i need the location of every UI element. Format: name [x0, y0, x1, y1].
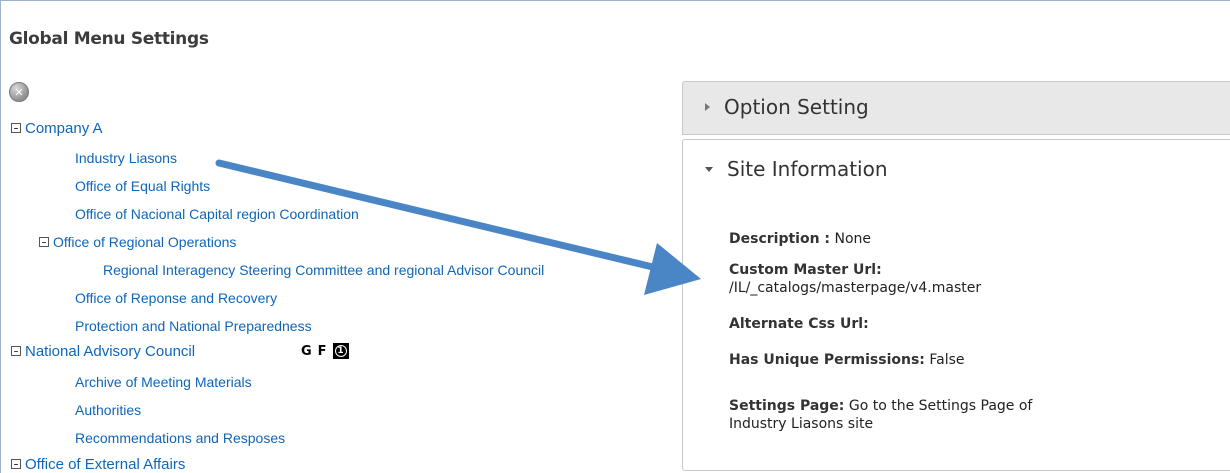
collapse-icon[interactable]: [11, 346, 21, 356]
description-row: Description : None: [729, 230, 871, 248]
tree-node-industry-liasons[interactable]: Industry Liasons: [75, 149, 177, 167]
option-setting-panel: Option Setting: [682, 81, 1230, 135]
site-information-header[interactable]: Site Information: [705, 157, 888, 181]
description-label: Description :: [729, 231, 831, 247]
tree-node-archive-of-meeting-materials[interactable]: Archive of Meeting Materials: [75, 373, 252, 391]
badge-count-icon[interactable]: 1: [332, 343, 349, 359]
unique-permissions-row: Has Unique Permissions: False: [729, 351, 965, 369]
option-setting-title: Option Setting: [724, 95, 869, 119]
tree-node-office-of-equal-rights[interactable]: Office of Equal Rights: [75, 177, 210, 195]
tree-node-office-of-regional-operations[interactable]: Office of Regional Operations: [39, 233, 236, 251]
site-information-panel: Site Information Description : None Cust…: [682, 139, 1230, 471]
caret-right-icon: [705, 103, 710, 111]
custom-master-value: /IL/_catalogs/masterpage/v4.master: [729, 280, 982, 296]
settings-page-link-line1[interactable]: Go to the Settings Page of: [849, 398, 1033, 414]
alternate-css-row: Alternate Css Url:: [729, 315, 869, 333]
unique-permissions-label: Has Unique Permissions:: [729, 352, 925, 368]
tree-node-recommendations-and-resposes[interactable]: Recommendations and Resposes: [75, 429, 285, 447]
settings-page-row: Settings Page: Go to the Settings Page o…: [729, 397, 1032, 433]
tree-node-company-a[interactable]: Company A: [11, 120, 103, 138]
menu-tree: Company A Industry Liasons Office of Equ…: [1, 1, 681, 473]
site-information-title: Site Information: [727, 157, 888, 181]
custom-master-row: Custom Master Url: /IL/_catalogs/masterp…: [729, 261, 981, 297]
unique-permissions-value: False: [929, 352, 965, 368]
tree-node-authorities[interactable]: Authorities: [75, 401, 141, 419]
tree-node-office-of-nacional-capital-region-coordination[interactable]: Office of Nacional Capital region Coordi…: [75, 205, 359, 223]
settings-page-label: Settings Page:: [729, 398, 845, 414]
settings-page-link-line2[interactable]: Industry Liasons site: [729, 416, 873, 432]
description-value: None: [834, 231, 872, 247]
global-menu-settings-window: Global Menu Settings ✕ Company A Industr…: [0, 0, 1230, 473]
badge-f[interactable]: F: [318, 344, 327, 359]
tree-node-protection-and-national-preparedness[interactable]: Protection and National Preparedness: [75, 317, 312, 335]
badge-count-value: 1: [334, 345, 347, 357]
collapse-icon[interactable]: [11, 123, 21, 133]
option-setting-header[interactable]: Option Setting: [705, 95, 869, 119]
badge-g[interactable]: G: [301, 344, 312, 359]
custom-master-label: Custom Master Url:: [729, 262, 882, 278]
node-badges: G F 1: [301, 343, 349, 359]
collapse-icon[interactable]: [11, 459, 21, 469]
tree-node-office-of-external-affairs[interactable]: Office of External Affairs: [11, 456, 185, 473]
tree-node-office-of-reponse-and-recovery[interactable]: Office of Reponse and Recovery: [75, 289, 277, 307]
alternate-css-label: Alternate Css Url:: [729, 316, 869, 332]
tree-node-regional-interagency-steering-committee[interactable]: Regional Interagency Steering Committee …: [103, 261, 544, 279]
caret-down-icon: [705, 166, 713, 172]
collapse-icon[interactable]: [39, 237, 49, 247]
tree-node-national-advisory-council[interactable]: National Advisory Council: [11, 343, 195, 361]
